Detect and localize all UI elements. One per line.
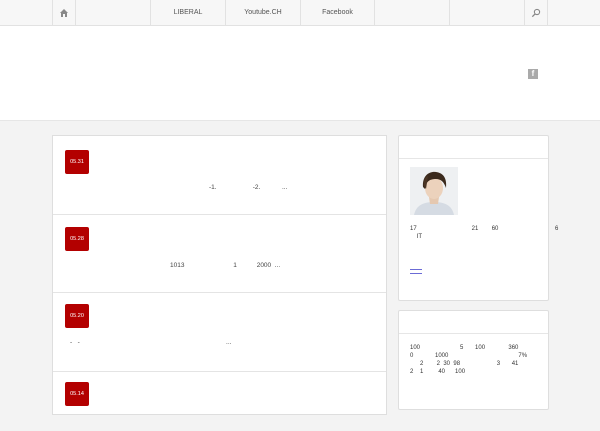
- top-navigation: LIBERAL Youtube.CH Facebook: [0, 0, 600, 26]
- stats-text-line: 0 1000 7%: [410, 353, 528, 359]
- facebook-icon[interactable]: f: [528, 69, 538, 79]
- widget-header: [399, 136, 548, 159]
- widget-header: [399, 311, 548, 334]
- date-badge: 05.20: [65, 304, 89, 328]
- date-badge: 05.31: [65, 150, 89, 174]
- search-button[interactable]: [524, 0, 548, 25]
- profile-text-line: IT: [410, 234, 422, 240]
- profile-photo-image: [410, 167, 458, 215]
- date-badge: 05.14: [65, 382, 89, 406]
- date-badge: 05.28: [65, 227, 89, 251]
- profile-widget: 17 21 60 6 IT: [398, 135, 558, 301]
- nav-item-youtube[interactable]: Youtube.CH: [225, 0, 300, 25]
- nav-spacer-2: [374, 0, 449, 25]
- stats-text-line: 100 5 100 360: [410, 345, 519, 351]
- stats-text-line: 2 1 40 100: [410, 369, 466, 375]
- list-item[interactable]: 05.31 -1. -2. ...: [53, 136, 386, 215]
- post-list: 05.31 -1. -2. ... 05.28 1013 1 2000 ... …: [52, 135, 387, 415]
- nav-spacer-1: [75, 0, 150, 25]
- nav-item-label: Youtube.CH: [244, 9, 282, 16]
- nav-item-facebook[interactable]: Facebook: [300, 0, 374, 25]
- nav-spacer-3: [449, 0, 524, 25]
- stats-widget: 100 5 100 360 0 1000 7% 2 2 30 98 3 41 2…: [398, 310, 549, 410]
- post-excerpt: 1013 1 2000 ...: [170, 262, 281, 269]
- profile-link[interactable]: [410, 269, 422, 274]
- home-icon: [60, 8, 68, 17]
- search-icon: [531, 8, 541, 17]
- nav-item-label: LIBERAL: [173, 9, 203, 16]
- list-item[interactable]: 05.20 - - ...: [53, 292, 386, 372]
- nav-item-liberal[interactable]: LIBERAL: [150, 0, 225, 25]
- stats-text-line: 2 2 30 98 3 41: [410, 361, 519, 367]
- profile-photo[interactable]: [410, 167, 458, 215]
- profile-text-line: 17 21 60 6: [410, 226, 559, 232]
- nav-item-label: Facebook: [322, 9, 353, 16]
- site-header: [0, 26, 600, 121]
- home-button[interactable]: [52, 0, 75, 25]
- post-excerpt: - - ...: [70, 339, 232, 346]
- list-item[interactable]: 05.28 1013 1 2000 ...: [53, 214, 386, 293]
- list-item[interactable]: 05.14: [53, 371, 386, 431]
- post-excerpt: -1. -2. ...: [209, 184, 288, 191]
